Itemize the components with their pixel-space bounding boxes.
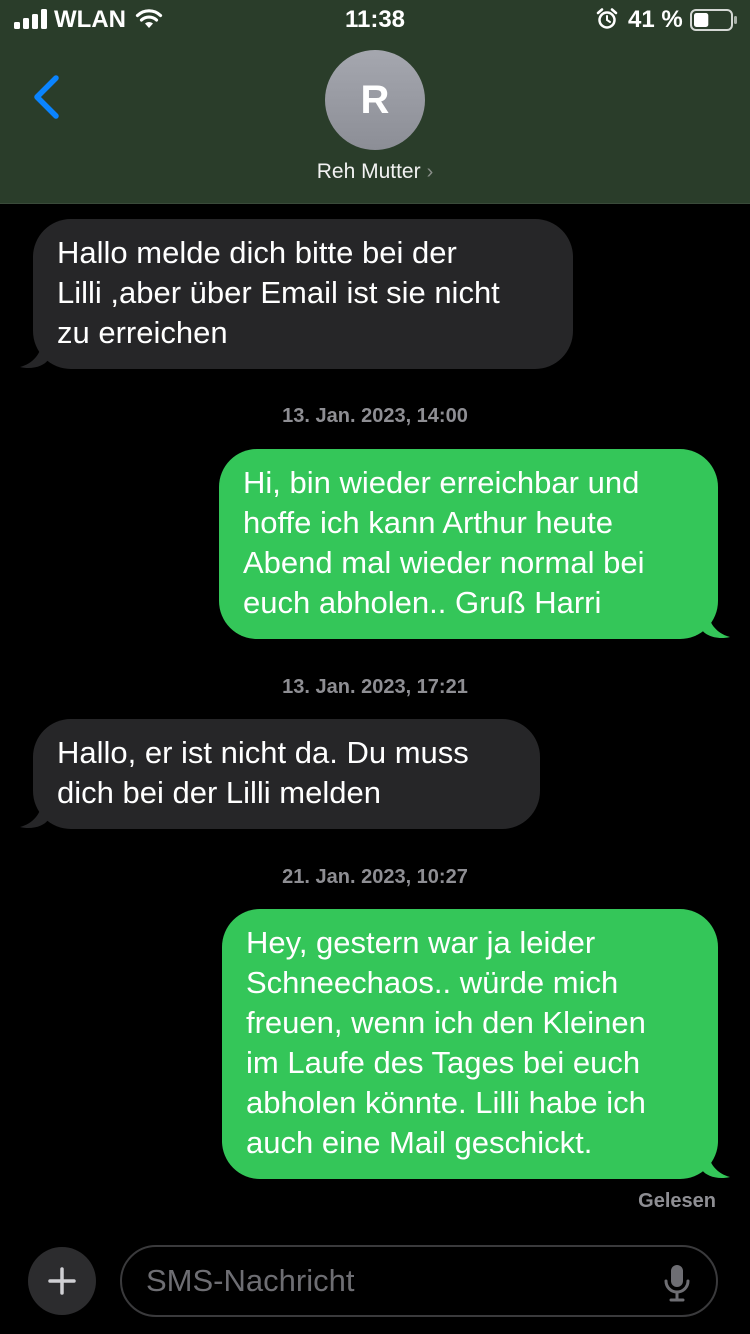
alarm-icon bbox=[596, 8, 618, 29]
contact-avatar[interactable]: R bbox=[325, 50, 425, 150]
contact-name-row[interactable]: Reh Mutter › bbox=[0, 160, 750, 184]
read-receipt: Gelesen bbox=[638, 1190, 716, 1212]
microphone-icon[interactable] bbox=[664, 1264, 690, 1302]
battery-percentage: 41 % bbox=[628, 6, 683, 33]
conversation-header: WLAN 11:38 41 % R Reh Mutter › bbox=[0, 0, 750, 204]
add-attachment-button[interactable] bbox=[28, 1247, 96, 1315]
incoming-message-bubble[interactable]: Hallo melde dich bitte bei der Lilli ,ab… bbox=[33, 219, 573, 369]
message-timestamp: 21. Jan. 2023, 10:27 bbox=[282, 866, 468, 888]
back-chevron-icon[interactable] bbox=[30, 74, 64, 120]
outgoing-message-bubble[interactable]: Hi, bin wieder erreichbar und hoffe ich … bbox=[219, 449, 718, 639]
incoming-message-bubble[interactable]: Hallo, er ist nicht da. Du muss dich bei… bbox=[33, 719, 540, 829]
outgoing-bubble-tail bbox=[702, 1150, 730, 1179]
message-input[interactable] bbox=[146, 1261, 646, 1301]
incoming-bubble-tail bbox=[20, 800, 48, 829]
message-timestamp: 13. Jan. 2023, 14:00 bbox=[282, 405, 468, 427]
plus-icon bbox=[48, 1267, 76, 1295]
contact-name: Reh Mutter bbox=[316, 160, 421, 183]
status-bar: WLAN 11:38 41 % bbox=[0, 0, 750, 40]
message-timestamp: 13. Jan. 2023, 17:21 bbox=[282, 676, 468, 698]
outgoing-bubble-tail bbox=[702, 610, 730, 639]
incoming-bubble-tail bbox=[20, 340, 48, 369]
message-composer[interactable] bbox=[120, 1245, 718, 1317]
chevron-right-icon: › bbox=[426, 161, 434, 183]
battery-icon bbox=[690, 9, 737, 31]
messages-app: WLAN 11:38 41 % R Reh Mutter › Hallo mel… bbox=[0, 0, 750, 1334]
outgoing-message-bubble[interactable]: Hey, gestern war ja leider Schneechaos..… bbox=[222, 909, 718, 1179]
